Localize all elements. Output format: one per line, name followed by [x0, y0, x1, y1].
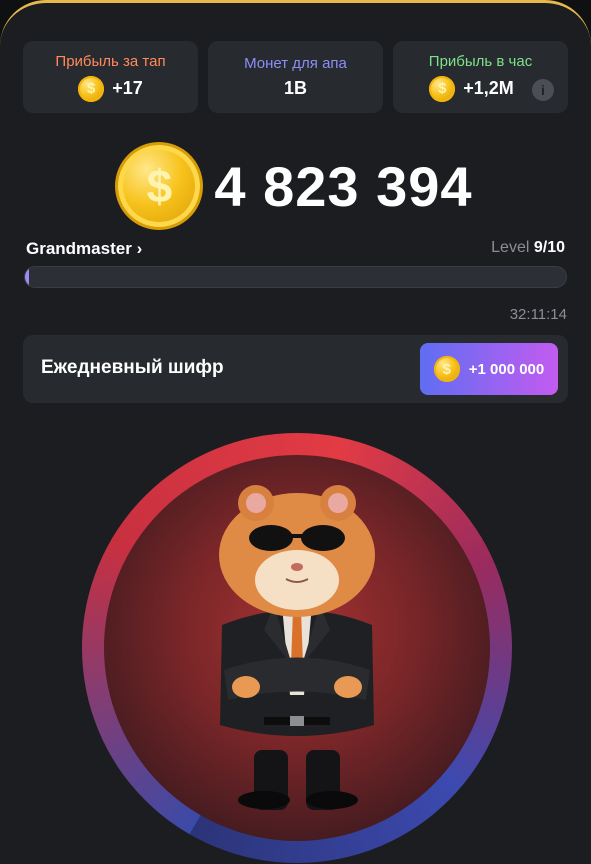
stat-value: +1,2M	[463, 78, 514, 98]
daily-cipher-reward-button[interactable]: $ +1 000 000	[420, 343, 558, 395]
stat-label: Прибыль за тап	[55, 52, 166, 70]
tap-area[interactable]	[104, 455, 490, 841]
stat-value: +17	[112, 78, 143, 98]
info-icon[interactable]: i	[532, 79, 554, 101]
stat-value: 1B	[283, 78, 307, 98]
coin-icon: $	[433, 356, 460, 382]
stat-coins-to-level-up[interactable]: Монет для апа 1B	[208, 41, 383, 113]
coin-icon: $	[78, 75, 105, 102]
daily-cipher-card[interactable]: Ежедневный шифр $ +1 000 000	[23, 335, 568, 403]
coin-icon: $	[429, 75, 456, 102]
rank-label: Grandmaster	[26, 239, 132, 258]
stat-label: Прибыль в час	[428, 52, 533, 70]
stat-profit-per-tap[interactable]: Прибыль за тап $ +17	[23, 41, 198, 113]
rank-link[interactable]: Grandmaster ›	[26, 239, 142, 259]
coin-balance: $ 4 823 394	[0, 145, 591, 227]
progress-fill	[25, 267, 29, 287]
level-progress-bar	[24, 266, 567, 288]
balance-value: 4 823 394	[214, 154, 473, 218]
level-indicator: Level 9/10	[491, 239, 565, 257]
stat-value-row: $ +17	[78, 75, 143, 102]
stat-value-row: 1B	[284, 78, 307, 99]
stat-profit-per-hour[interactable]: Прибыль в час $ +1,2M i	[393, 41, 568, 113]
reward-value: +1 000 000	[468, 360, 545, 378]
daily-cipher-title: Ежедневный шифр	[41, 357, 224, 378]
app-screen: Прибыль за тап $ +17 Монет для апа 1B Пр…	[0, 0, 591, 864]
coin-icon: $	[118, 145, 201, 227]
stat-value-row: $ +1,2M	[429, 75, 514, 102]
chevron-right-icon: ›	[136, 239, 143, 258]
countdown-timer: 32:11:14	[509, 306, 567, 323]
stats-bar: Прибыль за тап $ +17 Монет для апа 1B Пр…	[23, 41, 568, 113]
stat-label: Монет для апа	[244, 55, 347, 72]
hamster-character[interactable]	[104, 455, 490, 841]
level-value: 9/10	[533, 239, 565, 256]
level-label: Level	[491, 239, 530, 256]
